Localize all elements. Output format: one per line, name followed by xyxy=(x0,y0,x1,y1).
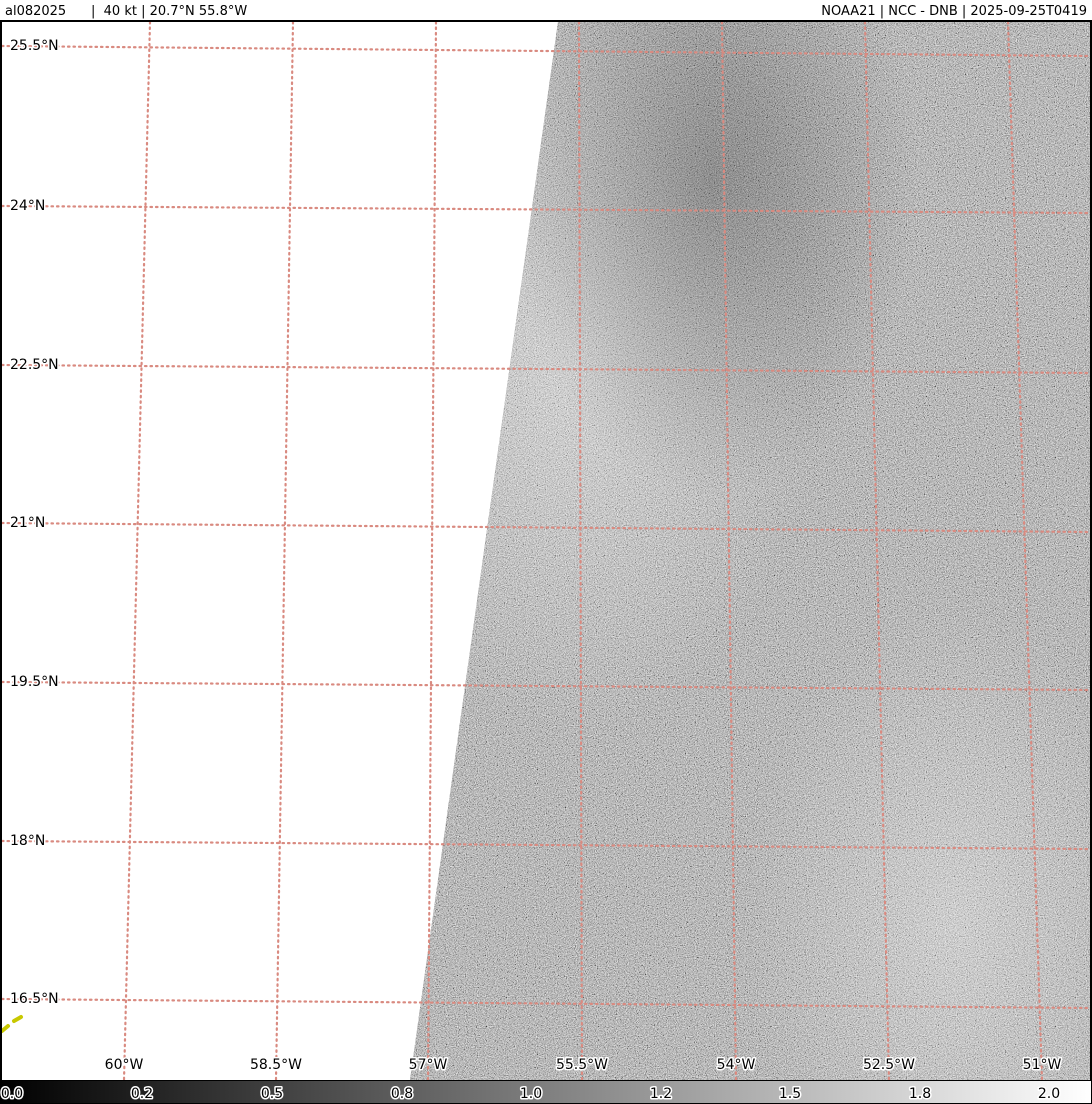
latitude-label: 19.5°N xyxy=(10,674,59,690)
longitude-line xyxy=(274,22,295,1080)
colorbar-tick-label: 0.0 xyxy=(1,1086,23,1102)
longitude-line xyxy=(122,22,152,1080)
colorbar-tick-label: 0.2 xyxy=(131,1086,153,1102)
satellite-map: 25.5°N 24°N 22.5°N 21°N 19.5°N 18°N 16.5°N 60°… xyxy=(0,22,1092,1080)
colorbar-tick-label: 0.8 xyxy=(391,1086,413,1102)
sensor-info-label: NOAA21 | NCC - DNB | 2025-09-25T0419 xyxy=(821,4,1087,19)
longitude-label: 52.5°W xyxy=(863,1057,915,1073)
storm-track-marker xyxy=(2,1015,23,1033)
colorbar-tick-label: 1.5 xyxy=(779,1086,801,1102)
longitude-label: 51°W xyxy=(1023,1057,1062,1073)
image-header: al082025 | 40 kt | 20.7°N 55.8°W NOAA21 … xyxy=(0,0,1092,22)
longitude-label: 54°W xyxy=(717,1057,756,1073)
latitude-label: 18°N xyxy=(10,833,45,849)
latitude-label: 22.5°N xyxy=(10,357,59,373)
longitude-label: 57°W xyxy=(409,1057,448,1073)
colorbar-tick-label: 2.0 xyxy=(1038,1086,1060,1102)
colorbar-tick-label: 0.5 xyxy=(261,1086,283,1102)
longitude-label: 55.5°W xyxy=(556,1057,608,1073)
latitude-label: 21°N xyxy=(10,515,45,531)
latitude-label: 16.5°N xyxy=(10,991,59,1007)
map-canvas: 25.5°N 24°N 22.5°N 21°N 19.5°N 18°N 16.5°N 60°… xyxy=(2,22,1090,1080)
longitude-label: 60°W xyxy=(105,1057,144,1073)
longitude-label: 58.5°W xyxy=(250,1057,302,1073)
satellite-swath xyxy=(410,22,1090,1080)
storm-info-label: al082025 | 40 kt | 20.7°N 55.8°W xyxy=(5,4,248,19)
latitude-label: 24°N xyxy=(10,198,45,214)
colorbar-tick-label: 1.2 xyxy=(650,1086,672,1102)
colorbar: 0.0 0.2 0.5 0.8 1.0 1.2 1.5 1.8 2.0 xyxy=(0,1080,1092,1104)
colorbar-tick-label: 1.8 xyxy=(909,1086,931,1102)
latitude-label: 25.5°N xyxy=(10,38,59,54)
colorbar-tick-label: 1.0 xyxy=(520,1086,542,1102)
